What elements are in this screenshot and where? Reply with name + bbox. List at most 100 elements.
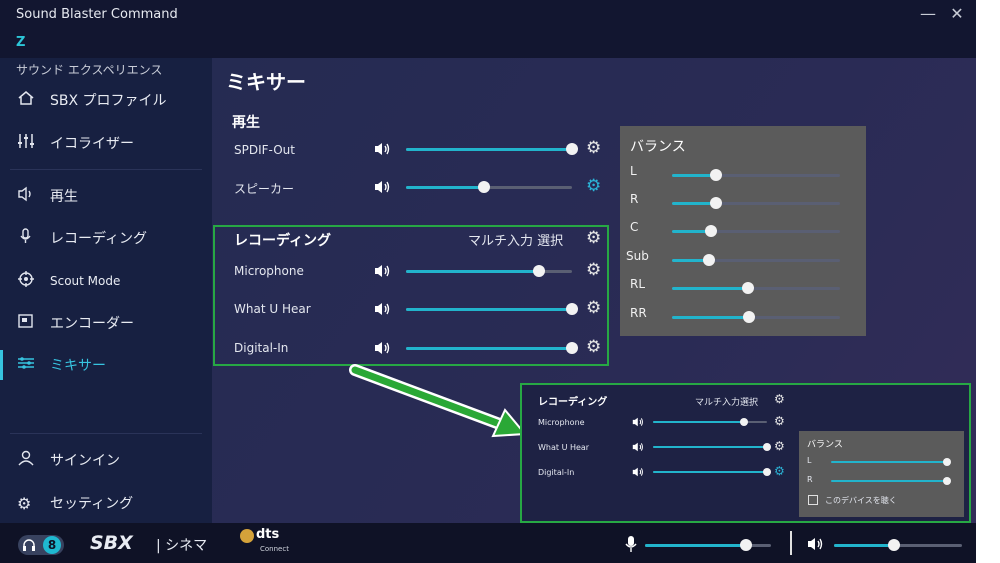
balance-c-slider[interactable] <box>672 224 840 238</box>
inset-balance-channel-label: L <box>807 456 812 465</box>
inset-digital-in-slider[interactable] <box>653 467 771 477</box>
sidebar-item-encoder[interactable]: エンコーダー <box>0 304 212 342</box>
sidebar-item-label: Scout Mode <box>50 274 121 288</box>
volume-icon[interactable] <box>632 467 645 477</box>
gear-icon[interactable]: ⚙ <box>774 440 785 452</box>
inset-balance-l-slider[interactable] <box>831 457 951 467</box>
recording-row-label: Microphone <box>234 264 304 278</box>
dts-logo-icon <box>240 529 254 543</box>
master-volume-slider[interactable] <box>834 538 962 552</box>
inset-microphone-slider[interactable] <box>653 417 767 427</box>
headphone-icon <box>23 539 35 551</box>
gear-icon[interactable]: ⚙ <box>586 140 601 157</box>
inset-what-u-hear-slider[interactable] <box>653 442 771 452</box>
sidebar-item-label: イコライザー <box>50 136 134 152</box>
gear-icon[interactable]: ⚙ <box>774 393 785 405</box>
recording-inset: レコーディング マルチ入力選択 ⚙ Microphone ⚙ What U He… <box>520 383 971 523</box>
sidebar-item-label: SBX プロファイル <box>50 93 167 109</box>
gear-icon[interactable]: ⚙ <box>586 339 601 356</box>
volume-icon[interactable] <box>632 442 645 452</box>
mixer-icon <box>0 355 50 375</box>
volume-icon[interactable] <box>374 341 392 355</box>
playback-row-label: スピーカー <box>234 182 295 196</box>
recording-row-label: Digital-In <box>234 341 289 355</box>
title-bar: Sound Blaster Command Z — ✕ <box>0 0 976 58</box>
close-button[interactable]: ✕ <box>946 4 968 23</box>
sidebar-divider <box>10 433 202 434</box>
sidebar-item-label: レコーディング <box>50 231 148 247</box>
sidebar-item-settings[interactable]: ⚙ セッティング <box>0 484 212 522</box>
volume-icon[interactable] <box>374 142 392 156</box>
sidebar-header: サウンド エクスペリエンス <box>16 63 163 77</box>
volume-icon[interactable] <box>807 537 825 551</box>
device-name[interactable]: Z <box>16 35 25 50</box>
inset-recording-title: レコーディング <box>538 397 608 408</box>
crosshair-icon <box>0 271 50 291</box>
mic-level-slider[interactable] <box>645 538 771 552</box>
inset-row-label: Digital-In <box>538 468 575 477</box>
gear-icon[interactable]: ⚙ <box>774 415 785 427</box>
volume-icon[interactable] <box>374 302 392 316</box>
encoder-icon <box>0 313 50 333</box>
sidebar-item-playback[interactable]: 再生 <box>0 177 212 215</box>
volume-icon[interactable] <box>632 417 645 427</box>
page-margin <box>976 0 1000 563</box>
gear-icon: ⚙ <box>17 493 32 513</box>
playback-row-label: SPDIF-Out <box>234 143 295 157</box>
sidebar-item-label: サインイン <box>50 453 120 469</box>
headphone-toggle[interactable]: 8 <box>18 535 64 555</box>
sidebar-item-label: エンコーダー <box>50 316 134 332</box>
balance-sub-slider[interactable] <box>672 253 840 267</box>
user-icon <box>0 450 50 470</box>
gear-icon[interactable]: ⚙ <box>586 230 601 247</box>
balance-channel-label: Sub <box>626 249 649 263</box>
spdif-out-slider[interactable] <box>406 142 578 156</box>
balance-channel-label: C <box>630 220 639 234</box>
gear-icon[interactable]: ⚙ <box>774 465 785 477</box>
balance-channel-label: L <box>630 164 637 178</box>
dts-logo: dts <box>256 527 280 542</box>
sidebar-item-mixer[interactable]: ミキサー <box>0 346 212 384</box>
sidebar-item-sign-in[interactable]: サインイン <box>0 441 212 479</box>
speaker-slider[interactable] <box>406 180 572 194</box>
inset-multi-input-label: マルチ入力選択 <box>695 398 759 408</box>
sidebar-item-recording[interactable]: レコーディング <box>0 219 212 257</box>
inset-row-label: Microphone <box>538 418 585 427</box>
sidebar-item-label: ミキサー <box>50 358 106 374</box>
balance-channel-label: RR <box>630 306 647 320</box>
balance-r-slider[interactable] <box>672 196 840 210</box>
sound-blaster-command-window: Sound Blaster Command Z — ✕ サウンド エクスペリエン… <box>0 0 976 563</box>
sbx-mode-label[interactable]: | シネマ <box>156 535 207 555</box>
sidebar-item-sbx-profile[interactable]: SBX プロファイル <box>0 81 212 119</box>
what-u-hear-slider[interactable] <box>406 302 578 316</box>
microphone-icon[interactable] <box>624 535 638 553</box>
volume-icon[interactable] <box>374 180 392 194</box>
inset-balance-channel-label: R <box>807 475 813 484</box>
balance-channel-label: R <box>630 192 639 206</box>
dts-connect-label: Connect <box>260 545 289 553</box>
listen-checkbox-label: このデバイスを聴く <box>825 496 897 505</box>
sidebar-item-equalizer[interactable]: イコライザー <box>0 124 212 162</box>
volume-icon[interactable] <box>374 264 392 278</box>
playback-section-title: 再生 <box>232 115 260 131</box>
sidebar-item-scout-mode[interactable]: Scout Mode <box>0 262 212 300</box>
gear-icon[interactable]: ⚙ <box>586 300 601 317</box>
balance-rr-slider[interactable] <box>672 310 840 324</box>
gear-icon[interactable]: ⚙ <box>586 178 601 195</box>
inset-balance-r-slider[interactable] <box>831 476 951 486</box>
digital-in-slider[interactable] <box>406 341 578 355</box>
inset-balance-popup: バランス L R このデバイスを聴く <box>799 431 964 517</box>
page-title: ミキサー <box>226 70 306 94</box>
balance-channel-label: RL <box>630 277 646 291</box>
listen-checkbox[interactable] <box>808 495 818 505</box>
balance-l-slider[interactable] <box>672 168 840 182</box>
recording-section-title: レコーディング <box>234 233 332 249</box>
gear-icon[interactable]: ⚙ <box>586 262 601 279</box>
sbx-logo: SBX <box>90 532 133 554</box>
microphone-slider[interactable] <box>406 264 572 278</box>
multi-input-label: マルチ入力 選択 <box>468 234 564 249</box>
balance-rl-slider[interactable] <box>672 281 840 295</box>
sidebar-divider <box>10 169 202 170</box>
minimize-button[interactable]: — <box>917 4 939 23</box>
annotation-arrow <box>349 364 528 438</box>
